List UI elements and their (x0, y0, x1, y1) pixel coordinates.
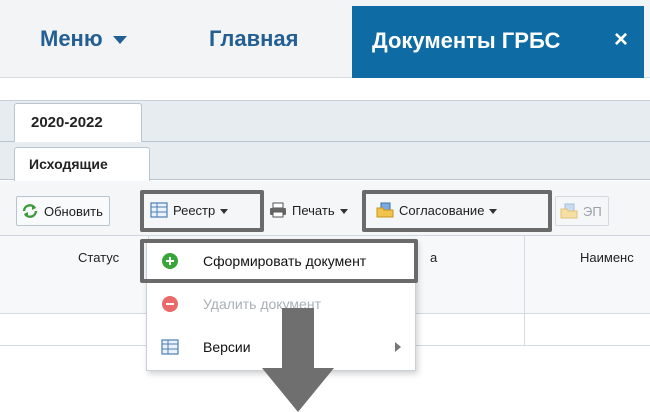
refresh-icon (22, 204, 38, 218)
tab-period[interactable]: 2020-2022 (14, 103, 142, 143)
dropdown-arrow-icon (339, 209, 348, 215)
highlight-frame (140, 190, 264, 232)
table-icon (161, 339, 179, 355)
signature-folder-icon (560, 203, 578, 219)
printer-icon (270, 202, 286, 218)
main-menu-button[interactable]: Меню (40, 26, 127, 52)
chevron-down-icon (112, 36, 127, 45)
ep-button[interactable]: ЭП (555, 196, 609, 226)
column-header-name[interactable]: Наименс (580, 250, 634, 265)
close-icon[interactable]: × (614, 26, 628, 54)
refresh-button[interactable]: Обновить (16, 196, 110, 226)
tab-outgoing[interactable]: Исходящие (14, 147, 150, 181)
column-header-date[interactable]: а (430, 250, 437, 265)
down-arrow-icon (262, 308, 334, 412)
tab-grbs-documents-label: Документы ГРБС (372, 28, 561, 53)
tab-grbs-documents[interactable]: Документы ГРБС × (352, 6, 644, 78)
print-label: Печать (292, 203, 335, 218)
menu-item-label: Версии (203, 339, 251, 355)
column-header-status[interactable]: Статус (78, 250, 119, 265)
refresh-label: Обновить (44, 204, 103, 219)
highlight-frame (362, 190, 552, 232)
print-button[interactable]: Печать (265, 196, 354, 226)
minus-circle-icon (162, 296, 178, 312)
chevron-right-icon (395, 342, 401, 352)
highlight-frame (140, 239, 418, 283)
home-tab[interactable]: Главная (209, 26, 298, 52)
main-menu-label: Меню (40, 26, 103, 51)
ep-label: ЭП (583, 204, 602, 219)
